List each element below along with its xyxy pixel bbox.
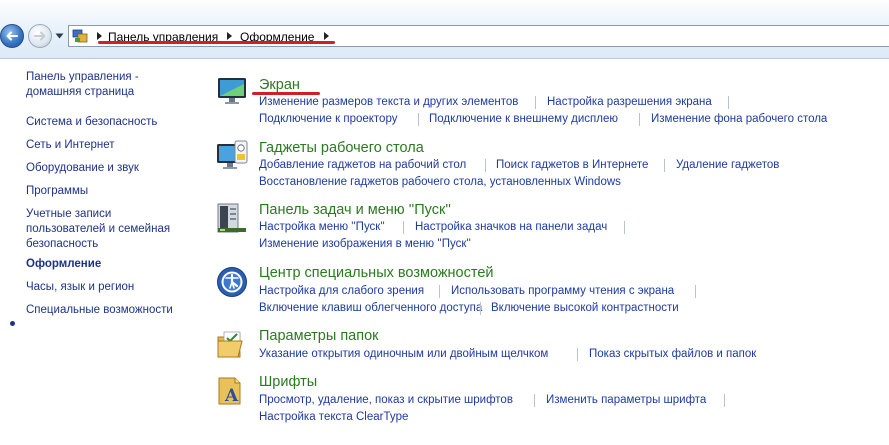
fonts-icon[interactable]: A — [216, 374, 248, 406]
link-adjust-cleartype[interactable]: Настройка текста ClearType — [259, 411, 408, 423]
annotation-underline — [98, 41, 335, 44]
sidebar-item-label: Оборудование и звук — [26, 162, 139, 174]
link-separator — [664, 159, 665, 172]
link-separator — [624, 221, 625, 234]
link-separator — [439, 285, 440, 298]
category-title-ease-of-access-center[interactable]: Центр специальных возможностей — [259, 265, 494, 281]
sidebar-item-label: Специальные возможности — [26, 304, 173, 316]
link-single-double-click[interactable]: Указание открытия одиночным или двойным … — [259, 348, 548, 360]
gadgets-icon[interactable] — [216, 139, 248, 171]
link-separator — [534, 394, 535, 407]
folder-options-icon[interactable] — [216, 329, 248, 361]
link-customize-start-menu[interactable]: Настройка меню ''Пуск'' — [259, 221, 385, 233]
control-panel-icon — [72, 29, 88, 43]
sidebar-item-user-accounts[interactable]: Учетные записи пользователей и семейная … — [26, 207, 170, 252]
category-title-fonts[interactable]: Шрифты — [259, 374, 317, 390]
link-find-gadgets-online[interactable]: Поиск гаджетов в Интернете — [496, 159, 648, 171]
current-page-bullet — [10, 321, 15, 326]
sidebar-item-label: Панель управления - домашняя страница — [26, 71, 139, 98]
svg-text:A: A — [224, 386, 239, 406]
link-uninstall-gadgets[interactable]: Удаление гаджетов — [676, 159, 779, 171]
navigation-bar: Панель управления Оформление — [0, 0, 889, 59]
link-connect-external-display[interactable]: Подключение к внешнему дисплею — [429, 113, 618, 125]
sidebar-item-clock-language-region[interactable]: Часы, язык и регион — [26, 280, 134, 295]
sidebar-item-label: Оформление — [26, 258, 102, 270]
sidebar-item-programs[interactable]: Программы — [26, 184, 88, 199]
arrow-left-icon — [6, 31, 18, 41]
breadcrumb-separator-icon[interactable] — [227, 32, 232, 40]
category-title-display[interactable]: Экран — [259, 77, 300, 93]
sidebar-item-label: Учетные записи пользователей и семейная … — [26, 208, 171, 250]
category-title-folder-options[interactable]: Параметры папок — [259, 328, 379, 344]
link-separator — [577, 348, 578, 361]
display-icon[interactable] — [216, 75, 248, 107]
sidebar-item-appearance: Оформление — [26, 257, 101, 272]
link-restore-gadgets[interactable]: Восстановление гаджетов рабочего стола, … — [259, 176, 621, 188]
link-change-font-settings[interactable]: Изменить параметры шрифта — [546, 394, 706, 406]
breadcrumb-separator-icon[interactable] — [97, 32, 102, 40]
recent-pages-dropdown[interactable] — [55, 33, 64, 39]
link-turn-on-sticky-keys[interactable]: Включение клавиш облегченного доступа — [259, 302, 482, 314]
link-separator — [403, 221, 404, 234]
sidebar-item-label: Программы — [26, 185, 89, 197]
link-separator — [418, 113, 419, 126]
link-screen-resolution[interactable]: Настройка разрешения экрана — [547, 96, 712, 108]
link-change-desktop-background[interactable]: Изменение фона рабочего стола — [651, 113, 827, 125]
link-add-gadgets[interactable]: Добавление гаджетов на рабочий стол — [259, 159, 466, 171]
sidebar-item-home[interactable]: Панель управления - домашняя страница — [26, 70, 139, 100]
sidebar-item-label: Система и безопасность — [26, 116, 158, 128]
left-navigation-pane: Панель управления - домашняя страница Си… — [0, 59, 198, 445]
sidebar-item-label: Часы, язык и регион — [26, 281, 135, 293]
link-separator — [535, 96, 536, 109]
link-use-screen-reader[interactable]: Использовать программу чтения с экрана — [451, 285, 674, 297]
link-connect-projector[interactable]: Подключение к проектору — [259, 113, 397, 125]
link-separator — [480, 302, 481, 315]
sidebar-item-system-security[interactable]: Система и безопасность — [26, 115, 157, 130]
sidebar-item-hardware-sound[interactable]: Оборудование и звук — [26, 161, 139, 176]
category-title-desktop-gadgets[interactable]: Гаджеты рабочего стола — [259, 140, 424, 156]
sidebar-item-ease-of-access[interactable]: Специальные возможности — [26, 303, 173, 318]
main-content-pane: Экран Изменение размеров текста и других… — [198, 59, 889, 445]
link-change-text-size[interactable]: Изменение размеров текста и других элеме… — [259, 96, 518, 108]
link-customize-taskbar-icons[interactable]: Настройка значков на панели задач — [415, 221, 607, 233]
link-change-start-menu-picture[interactable]: Изменение изображения в меню ''Пуск'' — [259, 238, 471, 250]
link-separator — [728, 96, 729, 109]
link-separator — [639, 113, 640, 126]
forward-button[interactable] — [28, 24, 52, 48]
link-separator — [695, 285, 696, 298]
annotation-underline — [252, 92, 320, 95]
taskbar-icon[interactable] — [216, 202, 248, 234]
link-optimize-visual-display[interactable]: Настройка для слабого зрения — [259, 285, 424, 297]
link-show-hidden-files[interactable]: Показ скрытых файлов и папок — [589, 348, 756, 360]
category-title-taskbar-start-menu[interactable]: Панель задач и меню ''Пуск'' — [259, 202, 451, 218]
ease-of-access-icon[interactable] — [216, 266, 248, 298]
link-turn-on-high-contrast[interactable]: Включение высокой контрастности — [491, 302, 679, 314]
sidebar-item-label: Сеть и Интернет — [26, 139, 115, 151]
sidebar-item-network-internet[interactable]: Сеть и Интернет — [26, 138, 115, 153]
link-separator — [485, 159, 486, 172]
link-preview-delete-fonts[interactable]: Просмотр, удаление, показ и скрытие шриф… — [259, 394, 513, 406]
arrow-right-icon — [34, 31, 46, 41]
link-separator — [724, 394, 725, 407]
breadcrumb-separator-icon[interactable] — [324, 32, 329, 40]
back-button[interactable] — [0, 24, 24, 48]
